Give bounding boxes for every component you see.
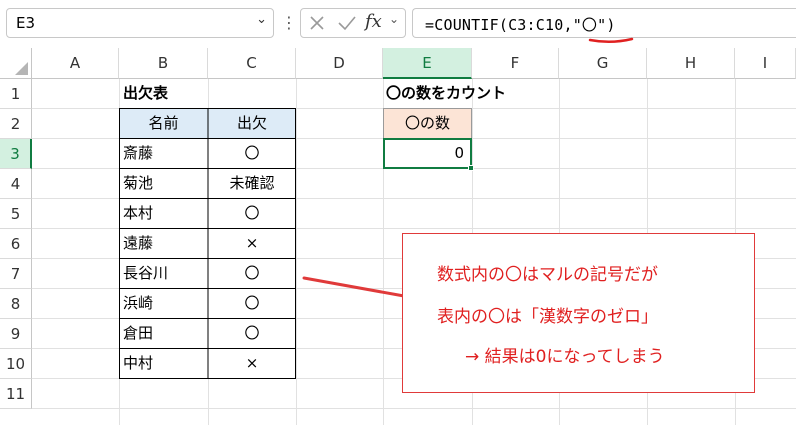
- attendance-cell[interactable]: 〇: [208, 259, 296, 289]
- red-underline-mark: [588, 37, 634, 43]
- formula-input[interactable]: =COUNTIF(C3:C10,"〇"): [412, 8, 796, 43]
- column-header-i[interactable]: I: [735, 48, 796, 79]
- name-cell[interactable]: 斎藤: [123, 139, 153, 169]
- column-header-f[interactable]: F: [472, 48, 559, 79]
- annotation-pointer-line: [302, 276, 406, 298]
- annotation-line-3: → 結果は0になってしまう: [465, 347, 665, 367]
- name-cell[interactable]: 長谷川: [123, 259, 168, 289]
- column-header-a[interactable]: A: [32, 48, 119, 79]
- name-cell[interactable]: 倉田: [123, 319, 153, 349]
- cancel-icon[interactable]: [308, 14, 326, 32]
- name-cell[interactable]: 菊池: [123, 169, 153, 199]
- name-cell[interactable]: 本村: [123, 199, 153, 229]
- chevron-down-icon[interactable]: ⌄: [256, 12, 267, 27]
- enter-check-icon[interactable]: [337, 14, 357, 32]
- gridline: [32, 408, 796, 409]
- fill-handle[interactable]: [468, 165, 474, 171]
- row-header-10[interactable]: 10: [0, 349, 32, 379]
- row-header-7[interactable]: 7: [0, 259, 32, 289]
- formula-buttons: fx ⌄: [300, 8, 406, 38]
- annotation-callout: 数式内の〇はマルの記号だが 表内の〇は「漢数字のゼロ」 → 結果は0になってしま…: [402, 233, 755, 393]
- header-name[interactable]: 名前: [119, 109, 208, 139]
- name-cell[interactable]: 浜崎: [123, 289, 153, 319]
- attendance-cell[interactable]: ×: [208, 349, 296, 379]
- count-header[interactable]: 〇の数: [383, 108, 472, 139]
- select-all-corner[interactable]: [0, 48, 32, 79]
- row-header-2[interactable]: 2: [0, 109, 32, 139]
- row-header-6[interactable]: 6: [0, 229, 32, 259]
- attendance-cell[interactable]: 〇: [208, 319, 296, 349]
- annotation-line-1: 数式内の〇はマルの記号だが: [437, 265, 658, 285]
- attendance-title[interactable]: 出欠表: [123, 79, 168, 109]
- more-options-icon[interactable]: ⋮: [281, 12, 297, 34]
- row-header-5[interactable]: 5: [0, 199, 32, 229]
- count-result-cell[interactable]: 0: [383, 138, 472, 169]
- row-header-1[interactable]: 1: [0, 79, 32, 109]
- column-header-b[interactable]: B: [119, 48, 208, 79]
- row-header-11[interactable]: 11: [0, 379, 32, 409]
- name-cell[interactable]: 遠藤: [123, 229, 153, 259]
- count-title[interactable]: 〇の数をカウント: [386, 79, 506, 109]
- name-box[interactable]: E3 ⌄: [6, 8, 274, 38]
- annotation-line-2: 表内の〇は「漢数字のゼロ」: [437, 307, 658, 327]
- attendance-cell[interactable]: 未確認: [208, 169, 296, 199]
- column-header-d[interactable]: D: [296, 48, 383, 79]
- column-header-c[interactable]: C: [208, 48, 296, 79]
- attendance-cell[interactable]: ×: [208, 229, 296, 259]
- name-box-value: E3: [16, 14, 36, 32]
- column-header-h[interactable]: H: [647, 48, 735, 79]
- insert-function-icon[interactable]: fx: [365, 11, 382, 32]
- attendance-cell[interactable]: 〇: [208, 289, 296, 319]
- column-header-e[interactable]: E: [383, 48, 472, 79]
- expand-chevron-icon[interactable]: ⌄: [389, 12, 399, 26]
- attendance-cell[interactable]: 〇: [208, 139, 296, 169]
- attendance-cell[interactable]: 〇: [208, 199, 296, 229]
- row-header-9[interactable]: 9: [0, 319, 32, 349]
- formula-bar: E3 ⌄ ⋮ fx ⌄ =COUNTIF(C3:C10,"〇"): [0, 0, 796, 48]
- header-attendance[interactable]: 出欠: [208, 109, 296, 139]
- name-cell[interactable]: 中村: [123, 349, 153, 379]
- row-header-4[interactable]: 4: [0, 169, 32, 199]
- row-header-8[interactable]: 8: [0, 289, 32, 319]
- row-header-3[interactable]: 3: [0, 139, 32, 169]
- gridline: [296, 79, 297, 425]
- formula-text: =COUNTIF(C3:C10,"〇"): [425, 16, 616, 34]
- column-header-g[interactable]: G: [559, 48, 647, 79]
